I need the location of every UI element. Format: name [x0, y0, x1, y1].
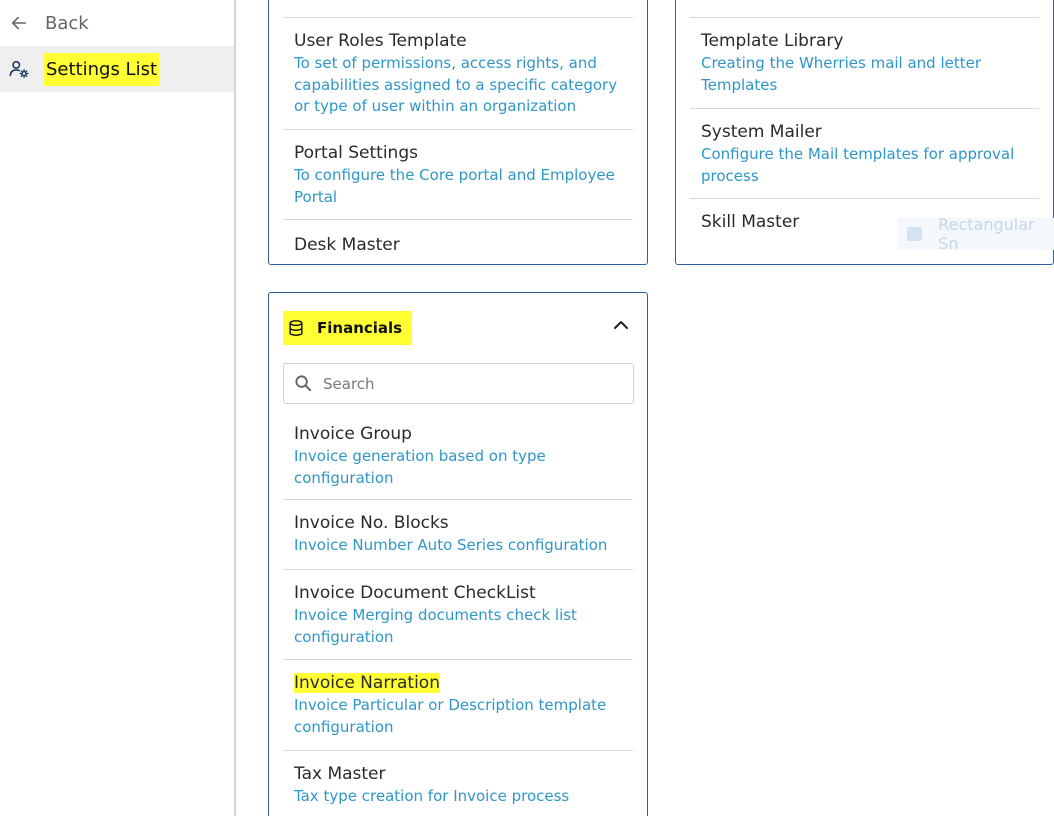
item-title: Desk Master: [294, 235, 400, 255]
item-title: Invoice No. Blocks: [294, 513, 449, 533]
list-item[interactable]: Invoice No. Blocks Invoice Number Auto S…: [283, 499, 633, 569]
search-field[interactable]: [283, 363, 634, 404]
item-title: User Roles Template: [294, 31, 467, 51]
back-label: Back: [45, 12, 89, 34]
item-description: Configure the Mail templates for approva…: [701, 145, 1015, 185]
database-icon: [289, 320, 303, 336]
chevron-up-icon[interactable]: [611, 315, 631, 335]
sidebar-item-label: Settings List: [44, 52, 160, 86]
list-item[interactable]: User Roles Template To set of permission…: [283, 17, 633, 129]
item-title: Invoice Narration: [294, 672, 622, 694]
item-title: Tax Master: [294, 764, 386, 784]
financials-header: Financials: [283, 311, 413, 345]
sidebar: Back Settings List: [0, 0, 234, 816]
item-description: Invoice Merging documents check list con…: [294, 606, 577, 646]
item-description: Creating the Wherries mail and letter Te…: [701, 54, 982, 94]
list-item[interactable]: Tax Master Tax type creation for Invoice…: [283, 750, 633, 816]
drag-ghost-label: Rectangular Sn: [938, 215, 1035, 253]
item-title: Invoice Group: [294, 424, 412, 444]
financials-title: Financials: [317, 319, 403, 337]
item-description: Invoice generation based on type configu…: [294, 447, 546, 487]
list-item[interactable]: Invoice Group Invoice generation based o…: [283, 411, 633, 499]
item-description: Invoice Number Auto Series configuration: [294, 536, 608, 554]
image-icon: [907, 227, 923, 241]
user-settings-icon: [8, 58, 30, 80]
back-button[interactable]: Back: [0, 0, 234, 46]
list-item[interactable]: Desk Master: [283, 219, 633, 259]
item-description: To set of permissions, access rights, an…: [294, 54, 618, 115]
panel-splitter[interactable]: [234, 0, 236, 816]
list-item[interactable]: Portal Settings To configure the Core po…: [283, 129, 633, 219]
list-item[interactable]: Invoice Narration Invoice Particular or …: [283, 659, 633, 750]
item-description: Tax type creation for Invoice process: [294, 787, 570, 805]
list-item[interactable]: Template Library Creating the Wherries m…: [690, 17, 1039, 108]
search-input[interactable]: [323, 374, 603, 393]
item-title: System Mailer: [701, 122, 822, 142]
search-icon: [295, 375, 312, 392]
item-title: Template Library: [701, 31, 844, 51]
list-item[interactable]: System Mailer Configure the Mail templat…: [690, 108, 1039, 198]
arrow-left-icon: [11, 16, 27, 30]
item-description: To configure the Core portal and Employe…: [294, 166, 615, 206]
list-item[interactable]: Invoice Document CheckList Invoice Mergi…: [283, 569, 633, 659]
financials-card: Financials Invoice Group Invoice generat…: [268, 292, 648, 816]
sidebar-item-settings-list[interactable]: Settings List: [0, 46, 234, 92]
drag-ghost: Rectangular Sn: [897, 215, 1054, 253]
item-title: Invoice Document CheckList: [294, 583, 536, 603]
item-title: Portal Settings: [294, 143, 418, 163]
highlighted-title: Invoice Narration: [294, 673, 440, 693]
settings-card-top-left: User Roles Template To set of permission…: [268, 0, 648, 265]
item-description: Invoice Particular or Description templa…: [294, 696, 607, 736]
